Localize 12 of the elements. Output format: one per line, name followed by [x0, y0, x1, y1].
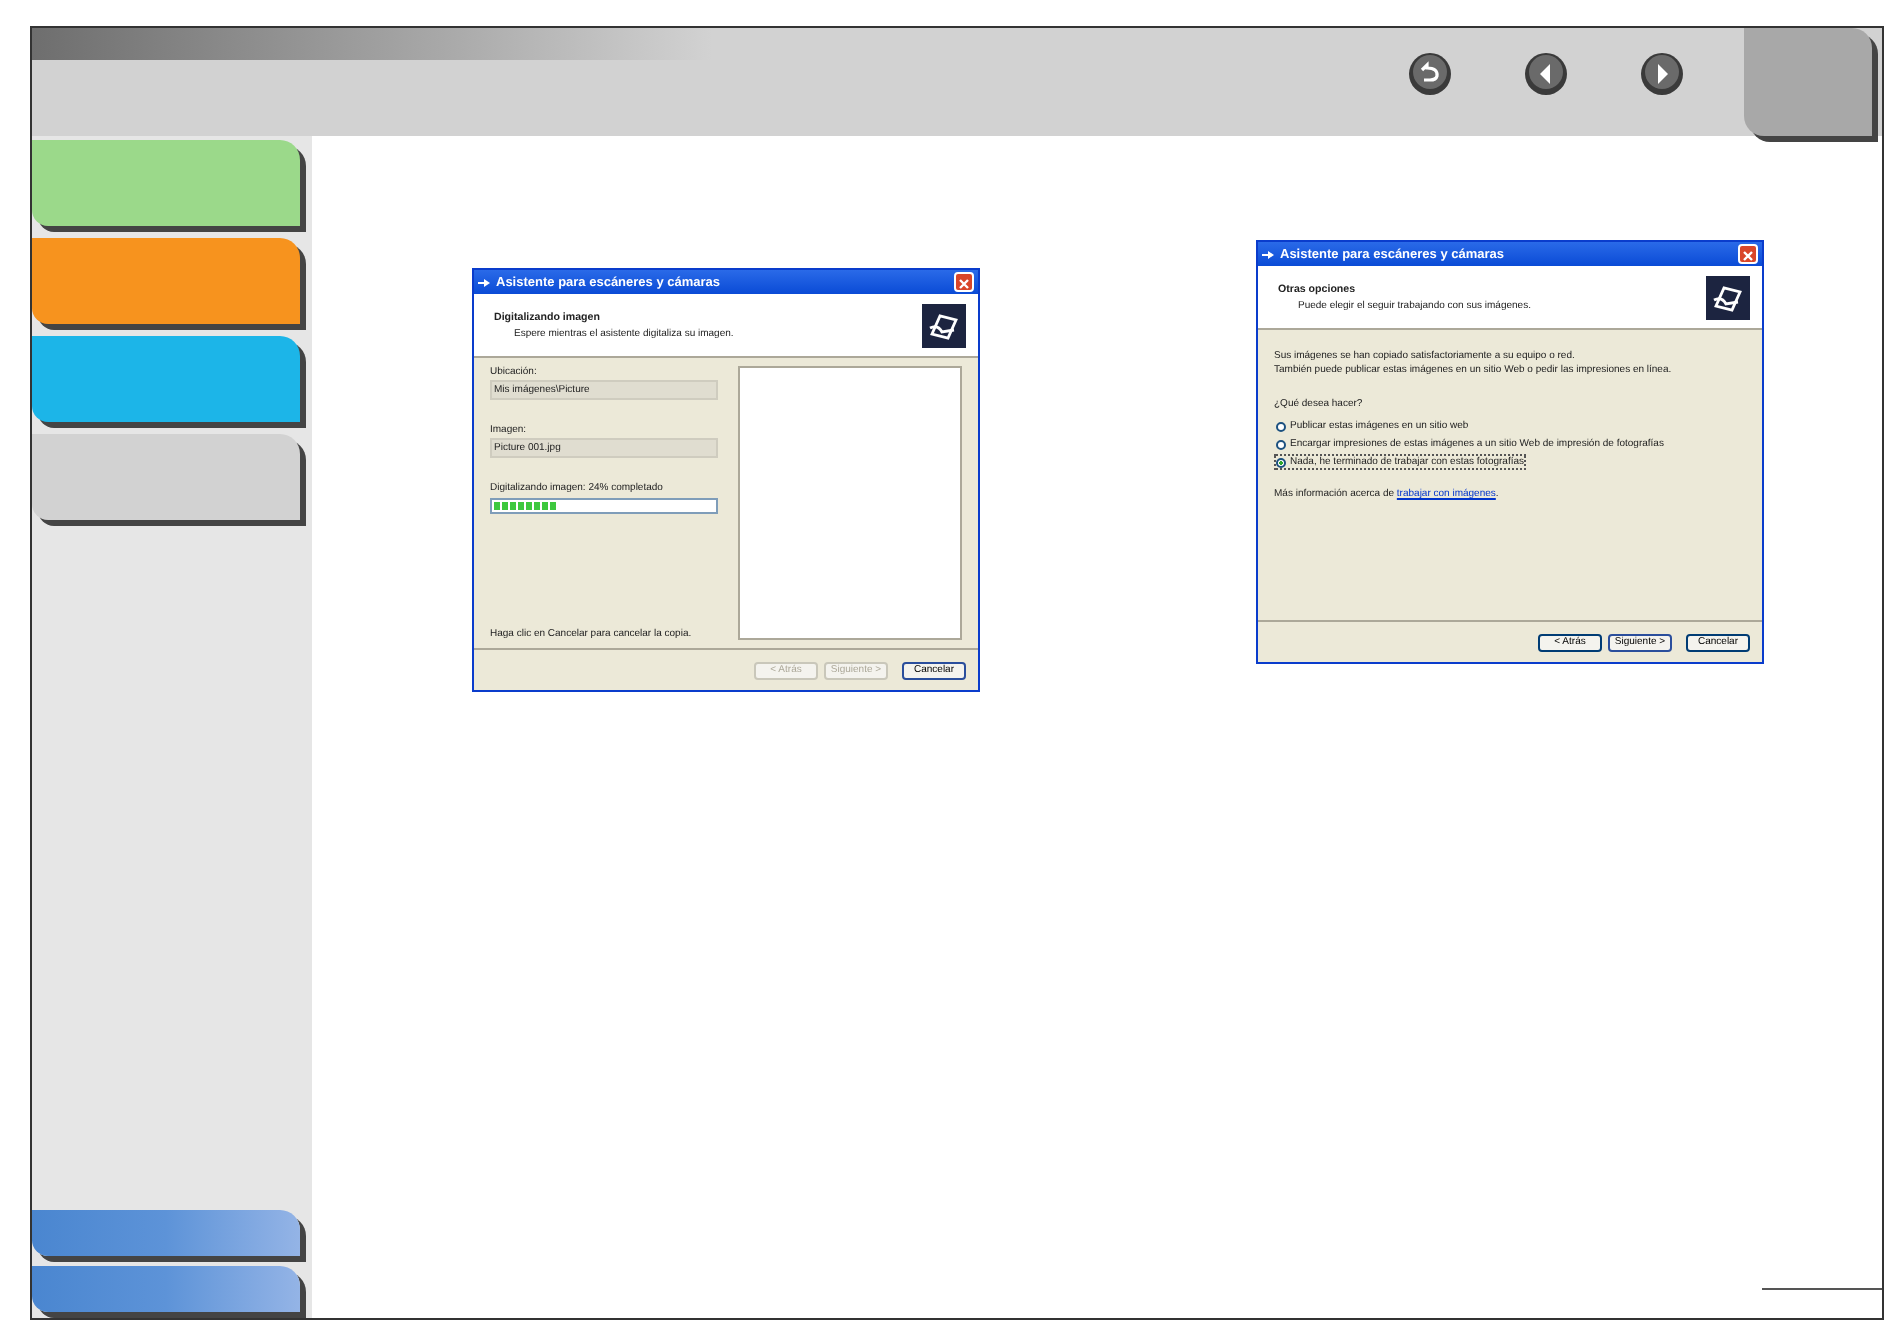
- radio-button[interactable]: [1276, 439, 1286, 449]
- arrow-icon: [1262, 249, 1274, 259]
- close-button[interactable]: [1738, 244, 1758, 264]
- camera-scanner-icon: [922, 303, 966, 347]
- radio-button[interactable]: [1276, 457, 1286, 467]
- arrow-icon: [478, 277, 490, 287]
- close-button[interactable]: [954, 272, 974, 292]
- camera-scanner-icon: [1706, 275, 1750, 319]
- radio-button[interactable]: [1276, 421, 1286, 431]
- next-icon[interactable]: [1640, 52, 1684, 96]
- previous-icon[interactable]: [1524, 52, 1568, 96]
- return-icon[interactable]: [1408, 52, 1452, 96]
